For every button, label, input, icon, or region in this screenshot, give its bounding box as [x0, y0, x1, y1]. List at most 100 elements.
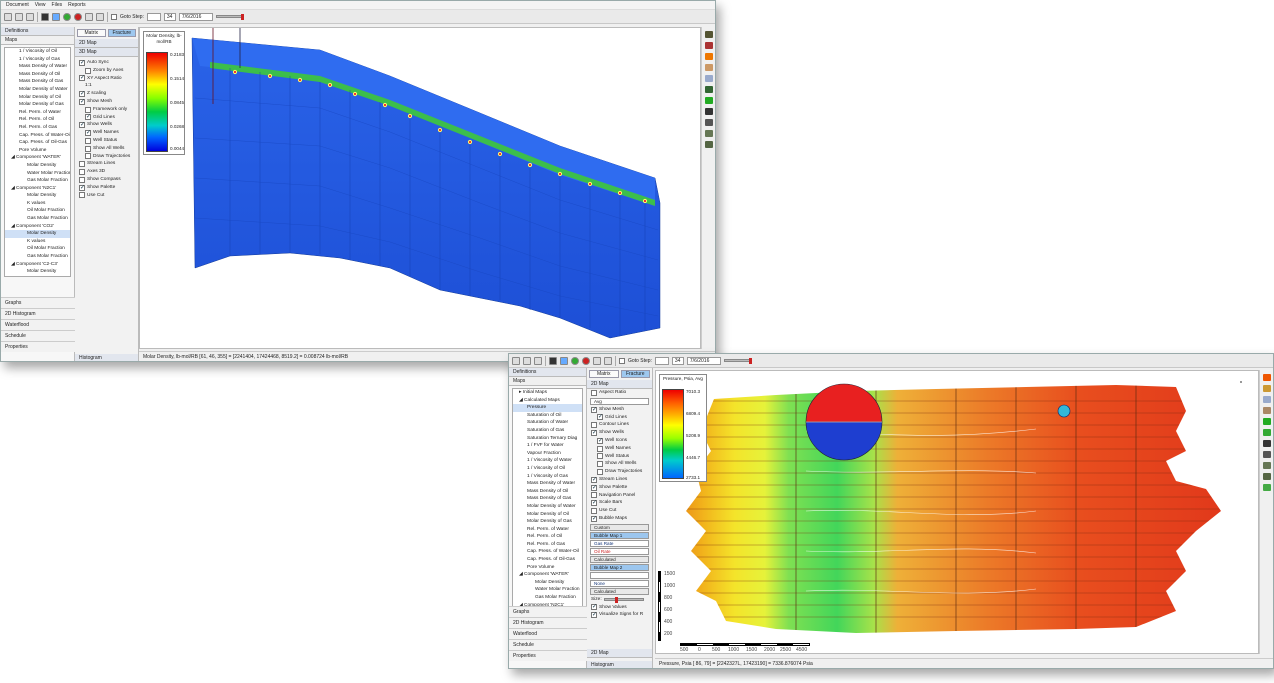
goto-step-checkbox[interactable]	[111, 13, 117, 20]
open-icon[interactable]	[523, 356, 531, 365]
tree-item[interactable]: ◢ Component 'WATER'	[513, 571, 582, 579]
checkbox[interactable]	[597, 453, 603, 460]
section-waterflood[interactable]: Waterflood	[509, 628, 587, 639]
tree-item[interactable]: Molar Density	[5, 192, 70, 200]
checkbox[interactable]	[591, 500, 597, 507]
tree-item[interactable]: ◢ Component 'WATER'	[5, 154, 70, 162]
checkbox[interactable]	[591, 492, 597, 499]
custom-button[interactable]: Custom	[590, 523, 649, 531]
tree-item[interactable]: Pressure	[513, 404, 582, 412]
record-icon[interactable]	[582, 356, 590, 365]
option-row[interactable]: Show Wells	[75, 121, 138, 129]
forward-icon[interactable]	[593, 356, 601, 365]
layers-icon[interactable]	[704, 42, 713, 49]
forward-icon[interactable]	[85, 12, 93, 21]
tree-item[interactable]: Molar Density	[5, 268, 70, 276]
tree-item[interactable]: Vapour Fraction	[513, 450, 582, 458]
tree-icon[interactable]	[1262, 484, 1271, 491]
tree-item[interactable]: Saturation Ternary Diag	[513, 435, 582, 443]
option-row[interactable]: Zoom by Axes	[75, 67, 138, 75]
checkbox[interactable]	[85, 153, 91, 160]
option-row[interactable]: Show Palette	[587, 484, 652, 492]
option-row[interactable]: Show All Wells	[75, 145, 138, 153]
checkbox[interactable]	[591, 389, 597, 396]
palette-icon[interactable]	[704, 53, 713, 60]
header-2d-map[interactable]: 2D Map	[587, 380, 652, 389]
bubble-map-1-button[interactable]: Bubble Map 1	[590, 531, 649, 539]
option-aspect-ratio[interactable]: Aspect Ratio	[587, 389, 652, 397]
checkbox[interactable]	[597, 414, 603, 421]
option-row[interactable]: Z scaling	[75, 90, 138, 98]
option-row[interactable]: Use Cut	[75, 192, 138, 200]
option-row[interactable]: Visualize Signs for R	[587, 611, 652, 619]
tab-matrix[interactable]: Matrix	[77, 29, 106, 37]
option-row[interactable]: XY Aspect Ratio	[75, 75, 138, 83]
tree-item[interactable]: Cap. Press. of Oil-Gas	[513, 556, 582, 564]
menu-view[interactable]: View	[35, 2, 46, 8]
option-row[interactable]: Framework only	[75, 106, 138, 114]
option-row[interactable]: Show All Wells	[587, 460, 652, 468]
calculated-button-2[interactable]: Calculated	[590, 587, 649, 595]
checkbox[interactable]	[79, 176, 85, 183]
tree-item[interactable]: 1 / Viscosity of Water	[513, 457, 582, 465]
section-waterflood[interactable]: Waterflood	[1, 319, 75, 330]
avg-select[interactable]: Avg	[590, 397, 649, 405]
option-row[interactable]: Auto Sync	[75, 59, 138, 67]
tree-item[interactable]: Cap. Press. of Water-Oil	[513, 548, 582, 556]
tree-item[interactable]: Rel. Perm. of Oil	[513, 533, 582, 541]
checkbox[interactable]	[591, 508, 597, 515]
checkbox[interactable]	[591, 422, 597, 429]
menu-document[interactable]: Document	[6, 2, 29, 8]
tree-item[interactable]: ◢ Component 'C2-C3'	[5, 261, 70, 269]
save-icon[interactable]	[549, 356, 557, 365]
option-row[interactable]: Well Status	[587, 453, 652, 461]
rig-icon[interactable]	[704, 130, 713, 137]
time-slider-thumb[interactable]	[748, 358, 752, 364]
section-2d-histogram[interactable]: 2D Histogram	[509, 617, 587, 628]
tree-item[interactable]: Cap. Press. of Water-Oil	[5, 132, 70, 140]
section-2d-histogram[interactable]: 2D Histogram	[1, 308, 75, 319]
tree-item[interactable]: 1 / Viscosity of Gas	[513, 473, 582, 481]
tree-item[interactable]: Saturation of Gas	[513, 427, 582, 435]
checkbox[interactable]	[591, 604, 597, 611]
section-graphs[interactable]: Graphs	[1, 297, 75, 308]
checkbox[interactable]	[79, 184, 85, 191]
tree-item[interactable]: ◢ Calculated Maps	[513, 397, 582, 405]
filter-icon[interactable]	[1262, 429, 1271, 436]
date-select[interactable]: 7/6/2016	[178, 12, 213, 21]
option-row[interactable]: Stream Lines	[587, 476, 652, 484]
grid-icon[interactable]	[1262, 407, 1271, 414]
table-icon[interactable]	[704, 75, 713, 82]
option-row[interactable]: Bubble Maps	[587, 515, 652, 523]
checkbox[interactable]	[591, 515, 597, 522]
option-row[interactable]: Axes 3D	[75, 168, 138, 176]
checkbox[interactable]	[591, 484, 597, 491]
checkbox[interactable]	[79, 192, 85, 199]
tree-item[interactable]: Molar Density of Gas	[513, 518, 582, 526]
well-icon[interactable]	[1262, 418, 1271, 425]
tree-item[interactable]: Molar Density of Gas	[5, 101, 70, 109]
section-properties[interactable]: Properties	[509, 650, 587, 661]
checkbox[interactable]	[79, 91, 85, 98]
option-row[interactable]: Contour Lines	[587, 421, 652, 429]
checkbox[interactable]	[597, 469, 603, 476]
option-row[interactable]: Scale Bars	[587, 499, 652, 507]
camera-icon[interactable]	[704, 108, 713, 115]
step-input[interactable]: 34	[163, 12, 176, 21]
maps-tree[interactable]: ▸ Initial Maps ◢ Calculated Maps Pressure S…	[512, 388, 583, 620]
option-row[interactable]: Use Cut	[587, 507, 652, 515]
option-row[interactable]: Show Palette	[75, 184, 138, 192]
option-row[interactable]: Grid Lines	[75, 114, 138, 122]
histogram-tab[interactable]: Histogram	[587, 661, 652, 668]
option-row[interactable]: Draw Trajectories	[75, 153, 138, 161]
bubble-1-field-b[interactable]: Oil Rate	[590, 547, 649, 555]
checkbox[interactable]	[79, 59, 85, 66]
tree-item[interactable]: Pore Volume	[513, 564, 582, 572]
tree-item[interactable]: Mass Density of Water	[513, 480, 582, 488]
tree-item[interactable]: Molar Density	[5, 230, 70, 238]
option-row[interactable]: Well Names	[75, 129, 138, 137]
table-icon[interactable]	[1262, 396, 1271, 403]
checkbox[interactable]	[591, 406, 597, 413]
tree-item[interactable]: Pore Volume	[5, 147, 70, 155]
tab-fracture[interactable]: Fracture	[620, 370, 650, 378]
